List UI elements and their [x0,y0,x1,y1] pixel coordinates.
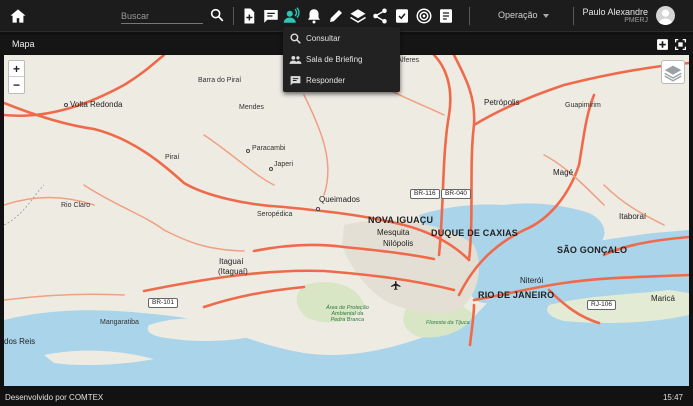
zoom-control: + − [8,60,25,94]
city-marker [269,167,273,171]
search-icon [290,33,301,44]
toolbar-divider [573,7,574,25]
footer-time: 15:47 [662,393,683,402]
reply-icon [290,76,301,86]
toolbar-divider [233,7,234,25]
map-label: Paracambi [252,145,286,152]
layers-icon[interactable] [349,7,367,25]
city-marker [316,207,320,211]
map-label: Mendes [239,104,264,111]
zoom-in-button[interactable]: + [9,61,24,77]
map-label: (Itaguaí) [218,267,248,276]
zoom-out-button[interactable]: − [9,77,24,93]
map-label: DUQUE DE CAXIAS [431,228,519,238]
map-label: Floresta da Tijuca [426,320,470,326]
user-org: PMERJ [624,17,648,24]
map-label: Niterói [520,276,544,285]
menu-item-label: Consultar [306,34,341,43]
menu-item-label: Sala de Briefing [306,55,363,64]
search-icon[interactable] [209,7,225,23]
map-label: Guapimirim [565,102,601,109]
map-label: Mesquita [377,228,410,237]
map-label: Mangaratiba [100,319,139,326]
menu-item-sala-de-briefing[interactable]: Sala de Briefing [283,49,400,70]
share-icon[interactable] [371,7,389,25]
map-label: Magé [553,168,574,177]
road-shield: RJ-106 [587,300,616,310]
bell-icon[interactable] [305,7,323,25]
footer: Desenvolvido por COMTEX 15:47 [0,388,693,406]
road-shield: BR-101 [148,298,179,308]
airport-icon [390,279,402,291]
map-label: Rio Claro [61,202,91,209]
map-label: Maricá [651,294,676,303]
fullscreen-icon[interactable] [674,38,687,51]
footer-credit: Desenvolvido por COMTEX [5,393,104,402]
map-label: Japeri [274,161,294,168]
avatar[interactable] [656,6,675,25]
search-input[interactable] [121,8,203,24]
pencil-icon[interactable] [327,7,345,25]
road-shield: BR-040 [441,189,472,199]
search-box [121,6,225,26]
map-label: Nilópolis [383,239,414,248]
radar-icon[interactable] [415,7,433,25]
map-view[interactable]: + − Volta Redonda Barra do Piraí Mendes … [4,55,689,386]
message-icon[interactable] [262,7,280,25]
chevron-down-icon [542,13,549,18]
user-name: Paulo Alexandre [582,7,648,17]
panel-title: Mapa [12,39,35,49]
home-icon[interactable] [8,6,28,26]
map-label: Queimados [319,195,360,204]
map-label: RIO DE JANEIRO [478,290,555,300]
toolbar-divider [469,7,470,25]
map-label: Seropédica [257,211,293,218]
menu-item-responder[interactable]: Responder [283,70,400,91]
city-marker [64,103,68,107]
map-label: SÃO GONÇALO [557,245,628,255]
map-label: Volta Redonda [70,100,123,109]
road-shield: BR-116 [410,189,440,199]
map-label: Itaguaí [219,257,244,266]
checklist-icon[interactable] [393,7,411,25]
operation-select[interactable]: Operação [498,10,549,20]
group-icon [289,55,302,64]
map-label: Piraí [165,154,180,161]
operation-label: Operação [498,10,538,20]
menu-item-label: Responder [306,76,346,85]
city-marker [246,149,250,153]
map-label: Barra do Piraí [198,77,242,84]
notes-icon[interactable] [437,7,455,25]
map-label: Petrópolis [484,98,520,107]
user-action-menu: Consultar Sala de Briefing Responder [283,27,400,92]
user-signal-icon[interactable] [283,7,301,25]
map-label: dos Reis [4,337,36,346]
menu-item-consultar[interactable]: Consultar [283,28,400,49]
map-label: Itaboraí [619,212,647,221]
add-icon[interactable] [656,38,669,51]
add-document-icon[interactable] [240,7,258,25]
map-label: NOVA IGUAÇU [368,215,434,225]
map-label: Área de Proteção Ambiental da Pedra Bran… [326,305,369,323]
layers-toggle-icon[interactable] [661,60,685,84]
